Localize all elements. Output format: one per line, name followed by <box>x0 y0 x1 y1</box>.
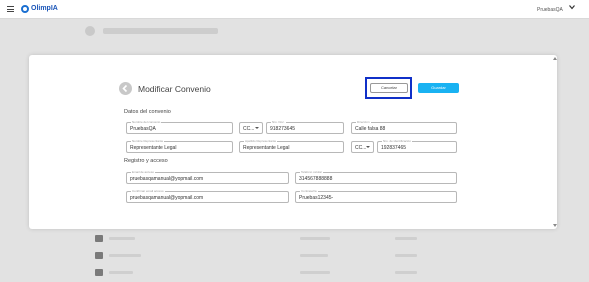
scroll-up-arrow-icon[interactable] <box>553 57 557 60</box>
agreement-name-field[interactable]: Nombre del convenio PruebasQA <box>126 120 233 134</box>
background-list-item <box>95 235 575 242</box>
top-bar: OlimpIA PruebasQA <box>0 0 589 19</box>
arrow-left-icon <box>122 84 128 93</box>
section-title-registro: Registro y acceso <box>124 158 168 164</box>
modal-title: Modificar Convenio <box>138 84 211 94</box>
mobile-phone-field[interactable]: Teléfono celular 314567888888 <box>295 170 457 184</box>
caret-down-icon <box>366 146 370 148</box>
logo-text: OlimpIA <box>31 5 58 12</box>
access-email-field[interactable]: Email de acceso pruebasqamanual@yopmail.… <box>126 170 289 184</box>
representative-document-type-select[interactable]: CC... <box>351 141 374 153</box>
representative-last-name-field[interactable]: Apellido Representante Representante Leg… <box>239 139 344 153</box>
background-back-icon <box>85 26 95 36</box>
address-field[interactable]: Dirección Calle falsa 88 <box>351 120 457 134</box>
olimpia-logo-icon <box>21 5 29 13</box>
background-list-item <box>95 252 575 259</box>
password-field[interactable]: Contraseña Pruebas12345- <box>295 189 457 203</box>
representative-first-name-field[interactable]: Nombre Representante Representante Legal <box>126 139 233 153</box>
save-button[interactable]: Guardar <box>418 83 459 93</box>
background-title <box>103 28 218 34</box>
cancel-button[interactable]: Cancelar <box>370 83 408 93</box>
document-type-select[interactable]: CC... <box>239 122 263 134</box>
caret-down-icon <box>255 127 259 129</box>
confirm-email-field[interactable]: Confirmar email acceso pruebasqamanual@y… <box>126 189 289 203</box>
chevron-down-icon[interactable] <box>569 4 575 10</box>
scroll-down-arrow-icon[interactable] <box>553 224 557 227</box>
section-title-convenio: Datos del convenio <box>124 109 171 115</box>
document-number-field[interactable]: Nro. Doc. 918273645 <box>266 120 344 134</box>
back-button[interactable] <box>119 82 132 95</box>
background-list-item <box>95 269 575 276</box>
hamburger-icon[interactable] <box>7 6 14 12</box>
user-name[interactable]: PruebasQA <box>537 7 563 13</box>
representative-document-number-field[interactable]: Nro. de identificación 192837465 <box>377 139 457 153</box>
